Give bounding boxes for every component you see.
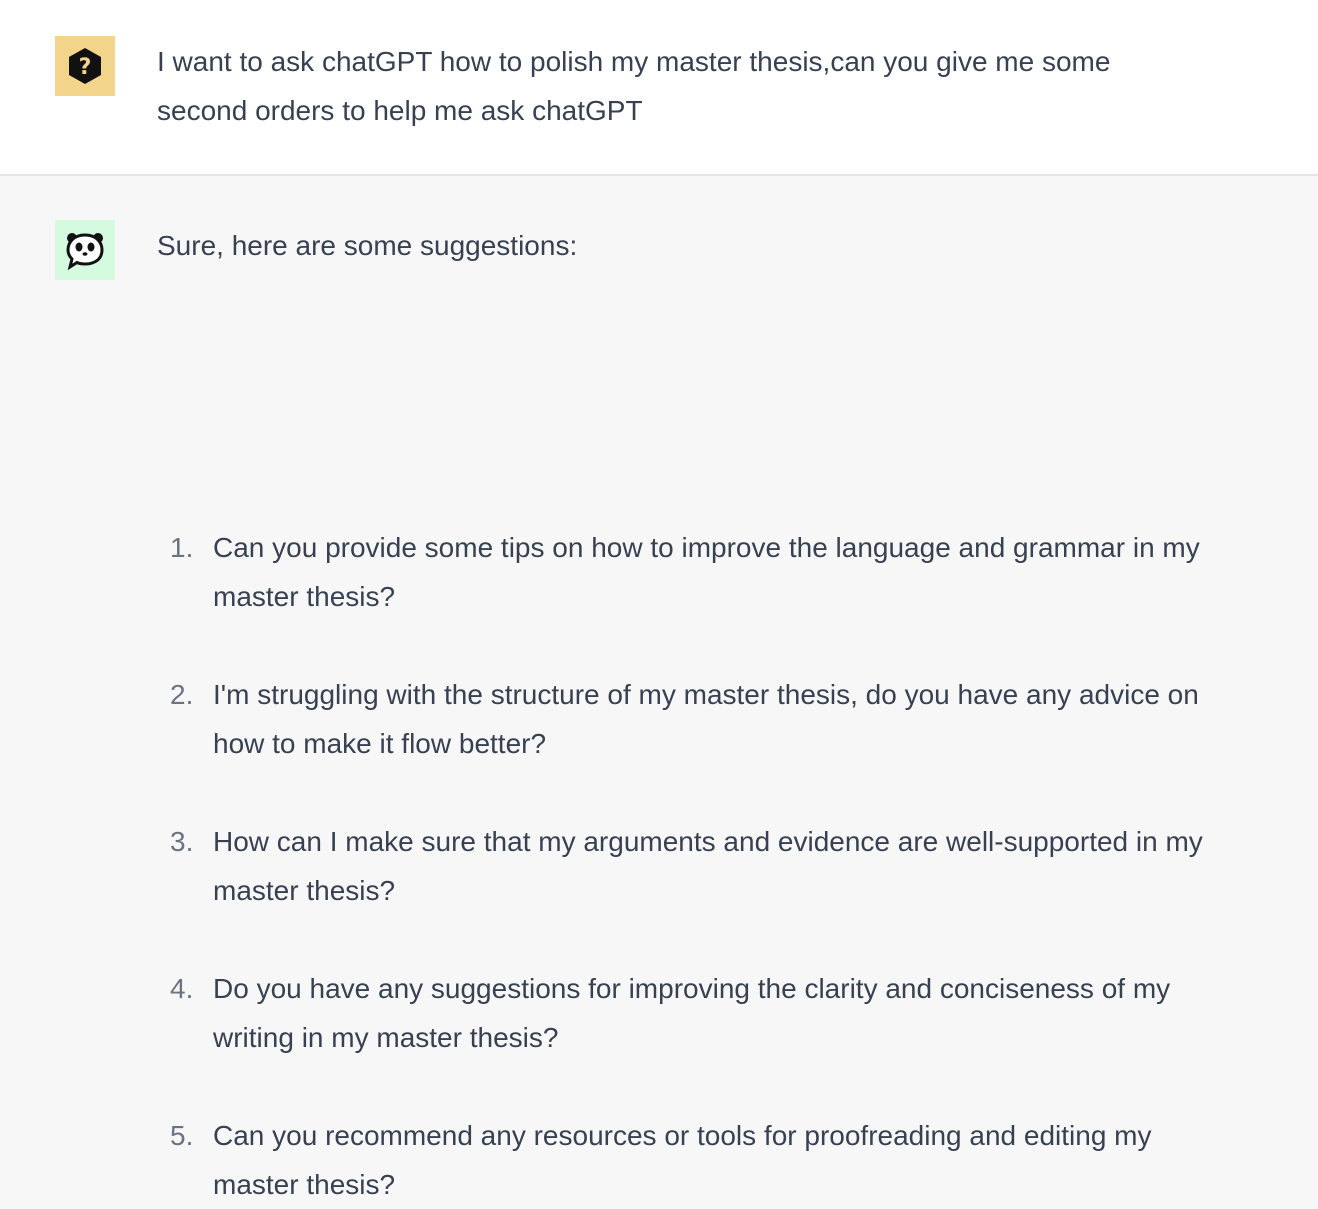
suggestion-text: Do you have any suggestions for improvin… xyxy=(213,973,1171,1053)
suggestion-text: How can I make sure that my arguments an… xyxy=(213,826,1203,906)
suggestion-number: 2. xyxy=(170,679,194,710)
suggestion-number: 1. xyxy=(170,532,194,563)
svg-text:?: ? xyxy=(79,55,92,80)
suggestion-number: 5. xyxy=(170,1120,194,1151)
suggestion-number: 4. xyxy=(170,973,194,1004)
user-message: ? I want to ask chatGPT how to polish my… xyxy=(0,0,1318,176)
suggestion-text: I'm struggling with the structure of my … xyxy=(213,679,1199,759)
question-hexagon-icon: ? xyxy=(69,48,101,84)
suggestion-text: Can you recommend any resources or tools… xyxy=(213,1120,1152,1200)
suggestion-number: 3. xyxy=(170,826,194,857)
user-message-text: I want to ask chatGPT how to polish my m… xyxy=(157,46,1111,126)
suggestion-text: Can you provide some tips on how to impr… xyxy=(213,532,1200,612)
assistant-avatar xyxy=(55,220,115,280)
assistant-message: Sure, here are some suggestions: 1. Can … xyxy=(0,176,1318,1200)
assistant-intro-text: Sure, here are some suggestions: xyxy=(157,230,578,261)
panda-chat-icon xyxy=(66,233,104,271)
user-avatar: ? xyxy=(55,36,115,96)
